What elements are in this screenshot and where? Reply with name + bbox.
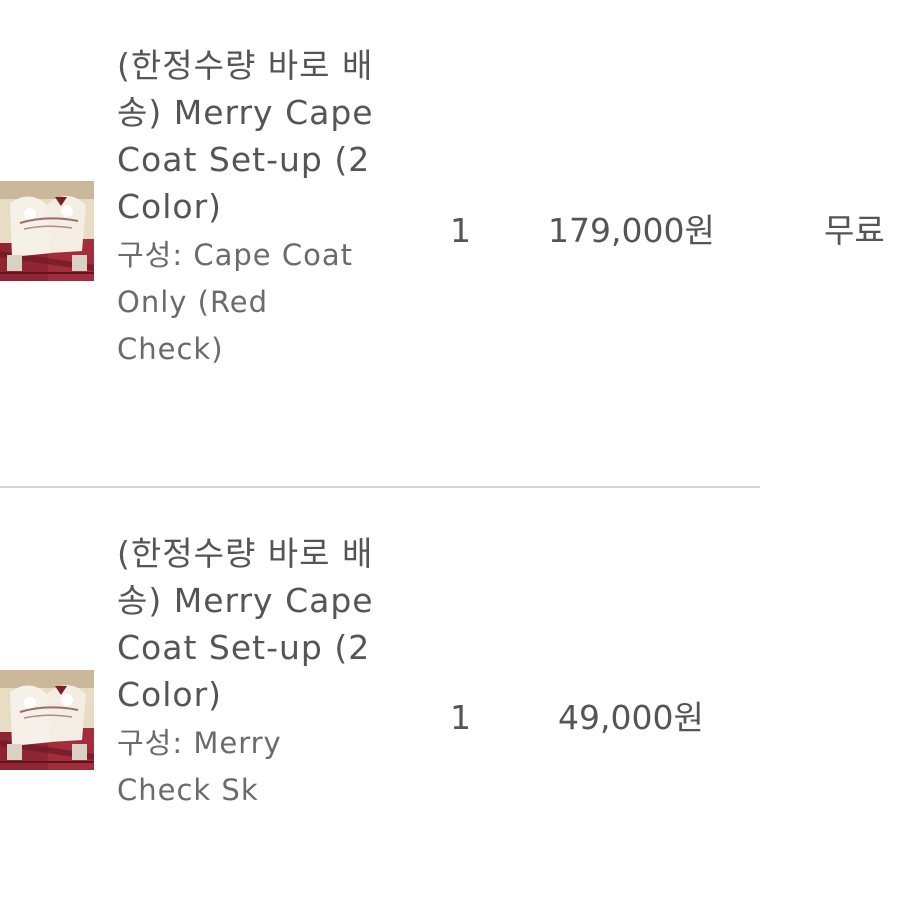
product-option: 구성: Cape Coat Only (Red Check) xyxy=(117,238,353,366)
product-thumbnail[interactable] xyxy=(0,670,94,770)
price: 179,000원 xyxy=(548,211,715,250)
quantity: 1 xyxy=(450,698,471,737)
product-thumbnail-image xyxy=(0,670,94,770)
product-thumbnail[interactable] xyxy=(0,181,94,281)
product-name[interactable]: (한정수량 바로 배송) Merry Cape Coat Set-up (2 C… xyxy=(117,42,379,230)
shipping-fee: 무료 xyxy=(824,211,885,250)
product-name[interactable]: (한정수량 바로 배송) Merry Cape Coat Set-up (2 C… xyxy=(117,530,379,718)
quantity: 1 xyxy=(450,211,471,250)
order-items-page: (한정수량 바로 배송) Merry Cape Coat Set-up (2 C… xyxy=(0,0,921,921)
price: 49,000원 xyxy=(558,698,704,737)
product-info: (한정수량 바로 배송) Merry Cape Coat Set-up (2 C… xyxy=(117,530,379,814)
order-item-row: (한정수량 바로 배송) Merry Cape Coat Set-up (2 C… xyxy=(0,488,921,921)
product-option: 구성: Merry Check Sk xyxy=(117,726,282,807)
order-item-row: (한정수량 바로 배송) Merry Cape Coat Set-up (2 C… xyxy=(0,0,921,487)
product-info: (한정수량 바로 배송) Merry Cape Coat Set-up (2 C… xyxy=(117,42,379,373)
product-thumbnail-image xyxy=(0,181,94,281)
